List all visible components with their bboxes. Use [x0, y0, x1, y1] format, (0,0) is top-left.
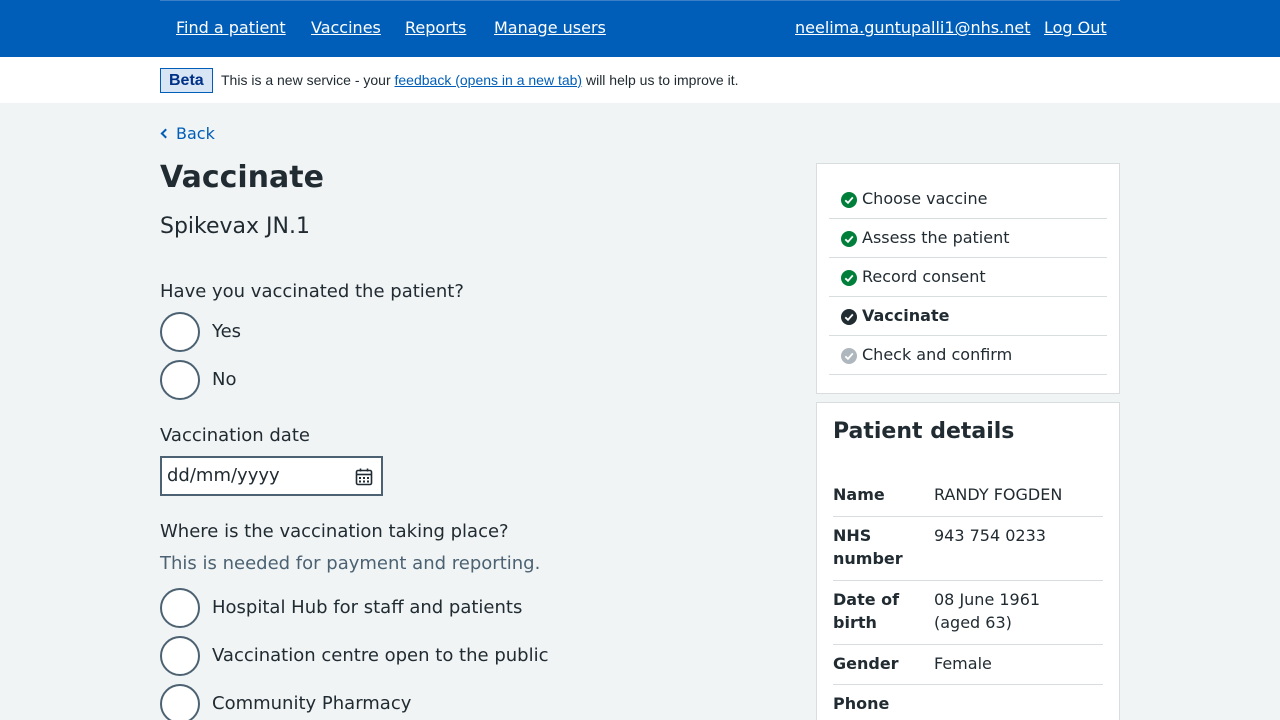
patient-row-gender: Gender Female	[833, 652, 1103, 685]
back-label: Back	[176, 124, 215, 143]
page-title: Vaccinate	[160, 160, 324, 195]
task-label: Choose vaccine	[862, 189, 988, 208]
patient-row-value: 943 754 0233	[934, 526, 1046, 545]
radio-circle[interactable]	[160, 684, 200, 720]
check-circle-icon	[841, 231, 857, 247]
back-link[interactable]: Back	[160, 124, 215, 143]
patient-row-nhs-number: NHS number 943 754 0233	[833, 524, 1103, 581]
radio-no[interactable]: No	[160, 360, 260, 400]
radio-label: No	[212, 369, 237, 390]
vaccine-name: Spikevax JN.1	[160, 214, 310, 239]
check-circle-icon	[841, 192, 857, 208]
patient-row-dob: Date of birth 08 June 1961 (aged 63)	[833, 588, 1103, 645]
radio-circle[interactable]	[160, 360, 200, 400]
radio-label: Yes	[212, 321, 242, 342]
patient-row-key: Name	[833, 485, 885, 504]
radio-vaccination-centre[interactable]: Vaccination centre open to the public	[160, 636, 560, 676]
patient-details-heading: Patient details	[833, 419, 1015, 444]
check-circle-icon	[841, 309, 857, 325]
task-item: Record consent	[829, 258, 1107, 297]
nav-find-patient[interactable]: Find a patient	[176, 18, 286, 37]
vaccination-date-label: Vaccination date	[160, 425, 310, 446]
calendar-icon[interactable]	[355, 468, 373, 486]
beta-text-before: This is a new service - your	[221, 72, 395, 88]
radio-circle[interactable]	[160, 636, 200, 676]
vaccination-date-input[interactable]: dd/mm/yyyy	[160, 456, 383, 496]
radio-label: Hospital Hub for staff and patients	[212, 597, 523, 618]
check-circle-icon	[841, 270, 857, 286]
task-label: Vaccinate	[862, 306, 950, 325]
user-email-link[interactable]: neelima.guntupalli1@nhs.net	[795, 18, 1030, 37]
radio-circle[interactable]	[160, 588, 200, 628]
nav-reports[interactable]: Reports	[405, 18, 466, 37]
task-list: Choose vaccine Assess the patient Record…	[816, 163, 1120, 394]
beta-tag: Beta	[160, 68, 213, 93]
location-question: Where is the vaccination taking place?	[160, 521, 509, 542]
patient-row-name: Name RANDY FOGDEN	[833, 483, 1103, 517]
radio-label: Vaccination centre open to the public	[212, 645, 549, 666]
task-item-current: Vaccinate	[829, 297, 1107, 336]
logout-link[interactable]: Log Out	[1044, 18, 1107, 37]
patient-row-key: Gender	[833, 654, 899, 673]
date-placeholder: dd/mm/yyyy	[167, 465, 280, 486]
radio-label: Community Pharmacy	[212, 693, 412, 714]
radio-yes[interactable]: Yes	[160, 312, 260, 352]
vaccinated-question: Have you vaccinated the patient?	[160, 281, 464, 302]
beta-text: This is a new service - your feedback (o…	[221, 72, 738, 88]
task-label: Check and confirm	[862, 345, 1013, 364]
site-header: Find a patient Vaccines Reports Manage u…	[0, 0, 1280, 57]
header-nav: Find a patient Vaccines Reports Manage u…	[160, 0, 1120, 57]
task-item: Check and confirm	[829, 336, 1107, 375]
task-item: Assess the patient	[829, 219, 1107, 258]
task-label: Assess the patient	[862, 228, 1010, 247]
nav-vaccines[interactable]: Vaccines	[311, 18, 381, 37]
patient-row-value: 08 June 1961 (aged 63)	[934, 590, 1041, 632]
radio-circle[interactable]	[160, 312, 200, 352]
patient-row-value: Female	[934, 654, 992, 673]
beta-banner: Beta This is a new service - your feedba…	[0, 57, 1280, 103]
patient-row-key: NHS number	[833, 526, 903, 568]
task-item: Choose vaccine	[829, 180, 1107, 219]
nav-manage-users[interactable]: Manage users	[494, 18, 606, 37]
location-hint: This is needed for payment and reporting…	[160, 553, 541, 574]
patient-details-card: Patient details Name RANDY FOGDEN NHS nu…	[816, 402, 1120, 720]
patient-row-key: Phone number	[833, 694, 903, 720]
radio-community-pharmacy[interactable]: Community Pharmacy	[160, 684, 560, 720]
patient-row-key: Date of birth	[833, 590, 900, 632]
radio-hospital-hub[interactable]: Hospital Hub for staff and patients	[160, 588, 560, 628]
feedback-link[interactable]: feedback (opens in a new tab)	[395, 72, 583, 88]
patient-row-value: RANDY FOGDEN	[934, 485, 1063, 504]
patient-row-phone: Phone number	[833, 692, 1103, 720]
task-label: Record consent	[862, 267, 986, 286]
beta-text-after: will help us to improve it.	[582, 72, 739, 88]
chevron-left-icon	[160, 128, 171, 139]
check-circle-icon	[841, 348, 857, 364]
